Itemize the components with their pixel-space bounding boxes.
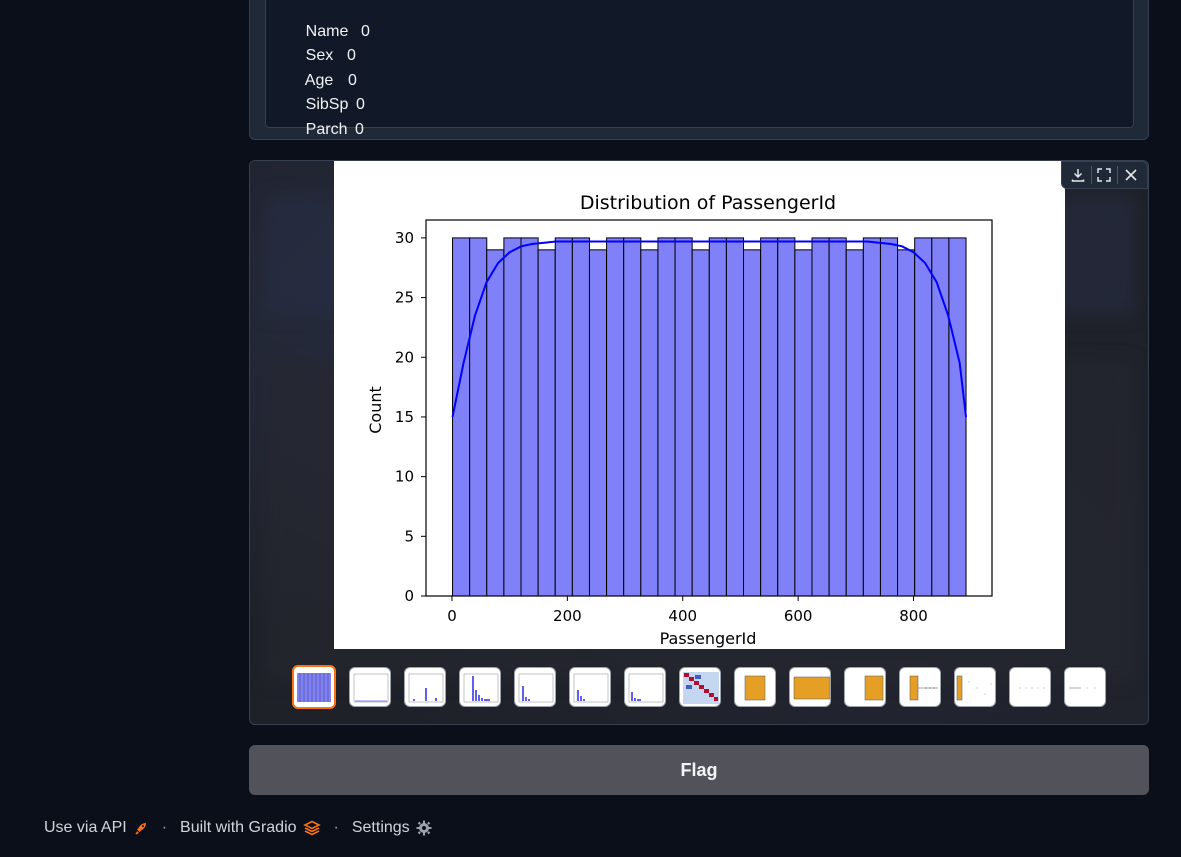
histogram-bar [794,249,813,597]
thumbnail-3[interactable] [404,667,446,707]
kv-key: Parch [305,121,348,138]
histogram-bar [640,249,659,597]
x-tick-label: 600 [784,607,813,625]
x-tick-label: 0 [447,607,457,625]
gear-icon [416,820,432,836]
gallery-thumbnails [292,665,1106,709]
histogram-chart: Distribution of PassengerId 0 200 400 600 80… [366,192,993,648]
histogram-bar [708,237,727,597]
use-via-api-link[interactable]: Use via API [44,819,149,837]
histogram-bar [828,237,847,597]
thumbnail-15[interactable] [1064,667,1106,707]
rocket-icon [135,823,146,835]
x-tick-label: 200 [553,607,582,625]
text-output-panel: Name 0 Sex 0 Age 0 SibSp 0 Parch 0 [249,0,1149,140]
x-tick-label: 400 [668,607,697,625]
thumbnail-5[interactable] [514,667,556,707]
thumbnail-14[interactable] [1009,667,1051,707]
histogram-bar [452,237,471,597]
histogram-bar [743,249,762,597]
histogram-bar [914,237,933,597]
thumbnail-10[interactable] [789,667,831,707]
histogram-bar [486,249,505,597]
thumbnail-12[interactable] [899,667,941,707]
thumbnail-8[interactable] [679,667,721,707]
histogram-bar [674,237,693,597]
thumbnail-7[interactable] [624,667,666,707]
y-axis-label: Count [366,386,385,434]
histogram-bar [777,237,796,597]
y-tick-label: 25 [395,289,414,307]
gallery-preview-image[interactable]: Distribution of PassengerId 0 200 400 600 80… [334,161,1065,649]
kv-value: 0 [347,47,356,64]
histogram-bar [623,237,642,597]
kv-value: 0 [356,96,365,113]
thumbnail-11[interactable] [844,667,886,707]
thumbnail-2[interactable] [349,667,391,707]
histogram-bar [606,237,625,597]
y-tick-label: 20 [395,348,414,366]
kv-row-parch: Parch 0 [279,103,364,157]
y-tick-label: 15 [395,408,414,426]
histogram-bar [554,237,573,597]
kv-value: 0 [361,23,370,40]
settings-label: Settings [351,819,410,836]
histogram-bar [503,237,522,597]
use-via-api-label: Use via API [44,819,127,836]
y-tick-label: 30 [395,229,414,247]
histogram-bar [691,249,710,597]
histogram-bar [897,249,916,597]
x-axis-label: PassengerId [660,629,757,648]
thumbnail-4[interactable] [459,667,501,707]
footer-separator: · [333,819,339,836]
fullscreen-button[interactable] [1093,164,1115,186]
thumbnail-1[interactable] [292,665,336,709]
histogram-bar [537,249,556,597]
kv-value: 0 [355,121,364,138]
chart-title: Distribution of PassengerId [580,192,836,214]
fullscreen-icon [1097,168,1112,182]
histogram-bar [760,237,779,597]
histogram-bar [879,237,899,597]
histogram-bar [725,237,745,597]
image-gallery: Distribution of PassengerId 0 200 400 600 80… [249,160,1149,725]
y-tick-label: 5 [404,527,414,545]
histogram-bar [811,237,830,597]
gallery-toolbar [1061,161,1148,189]
histogram-bar [571,237,590,597]
download-button[interactable] [1067,164,1089,186]
built-with-gradio-link[interactable]: Built with Gradio [180,819,321,837]
histogram-bar [520,237,539,597]
footer: Use via API · Built with Gradio · Settin… [44,817,432,839]
built-with-gradio-label: Built with Gradio [180,819,297,836]
x-tick-label: 800 [899,607,928,625]
histogram-bar [845,249,864,597]
thumbnail-6[interactable] [569,667,611,707]
close-icon [1125,169,1137,181]
missing-values-textbox[interactable]: Name 0 Sex 0 Age 0 SibSp 0 Parch 0 [265,0,1134,138]
y-tick-label: 0 [404,587,414,605]
footer-separator: · [161,819,168,836]
histogram-bar [862,237,881,597]
thumbnail-13[interactable] [954,667,996,707]
close-button[interactable] [1120,164,1142,186]
y-tick-label: 10 [395,468,414,486]
settings-link[interactable]: Settings [352,819,432,837]
histogram-bar [948,237,967,597]
download-icon [1071,169,1085,182]
kv-value: 0 [348,72,357,89]
histogram-bar [588,249,608,597]
histogram-bar [657,237,676,597]
flag-button[interactable]: Flag [249,745,1149,795]
gradio-logo-icon [302,820,321,836]
thumbnail-9[interactable] [734,667,776,707]
